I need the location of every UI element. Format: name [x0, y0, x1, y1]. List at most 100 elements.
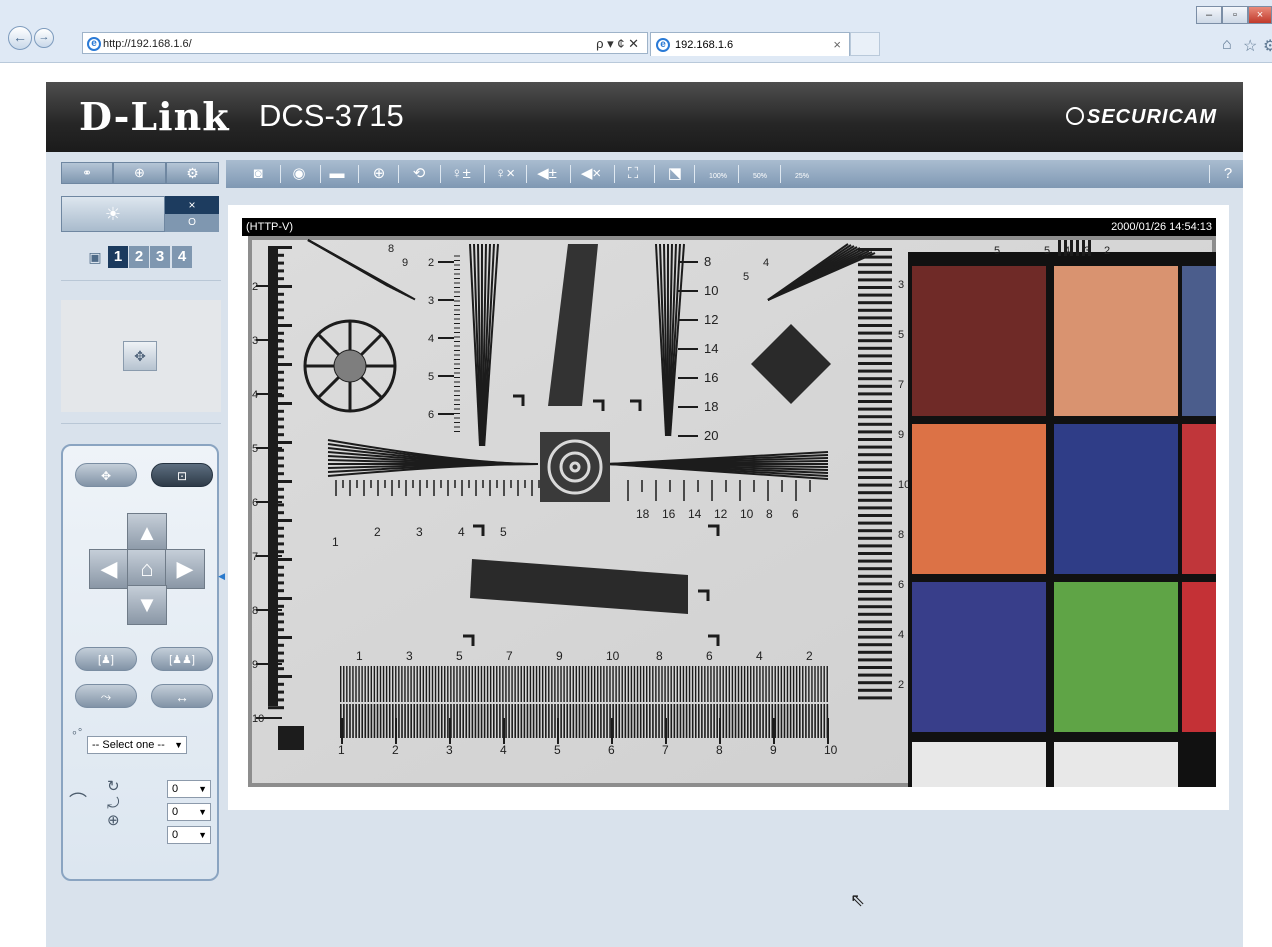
fullscreen-icon[interactable]: ⛶ [620, 162, 646, 186]
profile-4-button[interactable]: 4 [172, 246, 192, 268]
digital-zoom-icon[interactable]: ⟲ [406, 162, 432, 186]
alarm-state[interactable]: O [165, 214, 219, 232]
fit-window-icon[interactable]: ⬔ [662, 162, 688, 186]
wedge-right-label: 12 [704, 312, 718, 327]
scale-mark [256, 717, 282, 719]
right-wedge-line [858, 574, 892, 578]
res-strip-line [710, 704, 712, 738]
h-right-label: 6 [792, 507, 799, 521]
auto-pan-button[interactable]: [♟] [75, 647, 137, 671]
res-strip-line [750, 666, 752, 702]
zoom-icon[interactable]: ⊕ [366, 162, 392, 186]
favorites-icon[interactable]: ☆ [1243, 36, 1257, 56]
network-button[interactable]: ⊕ [113, 162, 166, 184]
address-bar[interactable]: e http://192.168.1.6/ ρ ▾ ¢ ✕ [82, 32, 648, 54]
divider [61, 423, 221, 424]
tilt-speed-select[interactable]: 0 ▼ [167, 803, 211, 821]
setup-button[interactable]: ⚙ [166, 162, 219, 184]
right-wedge-line [858, 506, 892, 510]
res-strip-line [557, 666, 559, 702]
zoom-25-icon[interactable]: 25% [786, 162, 818, 186]
securicam-logo: SECURICAM [1065, 106, 1217, 129]
pan-right-button[interactable]: ▶ [165, 549, 205, 589]
browser-tab[interactable]: e 192.168.1.6 × [650, 32, 850, 56]
profile-2-button[interactable]: 2 [129, 246, 149, 268]
epan-mode-button[interactable]: ⊡ [151, 463, 213, 487]
res-strip-line [731, 666, 734, 702]
res-strip-line [474, 704, 477, 738]
res-strip-line [499, 704, 501, 738]
zoom-100-icon[interactable]: 100% [702, 162, 734, 186]
res-strip-line [765, 704, 767, 738]
back-icon[interactable]: ← [8, 26, 32, 50]
mic-mute-icon[interactable]: ♀× [492, 162, 518, 186]
mic-volume-icon[interactable]: ♀± [448, 162, 474, 186]
restore-button[interactable]: ▫ [1222, 6, 1248, 24]
patrol-path-button[interactable]: ⤳ [75, 684, 137, 708]
tilt-down-button[interactable]: ▼ [127, 585, 167, 625]
profile-1-button[interactable]: 1 [108, 246, 128, 268]
forward-icon[interactable]: → [34, 28, 54, 48]
user-settings-button[interactable]: ⚭ [61, 162, 113, 184]
toolbar-separator [484, 165, 485, 183]
alarm-close-button[interactable]: × [165, 196, 219, 214]
bottom-top-label: 8 [656, 649, 663, 663]
top-right-small-label: 4 [763, 257, 769, 269]
minimize-button[interactable]: – [1196, 6, 1222, 24]
record-icon[interactable]: ◉ [286, 162, 312, 186]
ptz-mode-button[interactable]: ✥ [75, 463, 137, 487]
help-button[interactable]: ? [1215, 162, 1241, 186]
res-strip-line [670, 666, 672, 702]
right-wedge-line [858, 460, 892, 464]
res-strip-line [496, 704, 498, 738]
right-wedge-line [858, 498, 892, 502]
res-strip-line [517, 666, 519, 702]
toolbar-separator [780, 165, 781, 183]
stop-button[interactable]: ↔ [151, 684, 213, 708]
home-icon[interactable]: ⌂ [1222, 36, 1232, 54]
res-strip-line [355, 704, 357, 738]
fullview-icon[interactable]: ✥ [123, 341, 157, 371]
wedge-left-label: 3 [428, 295, 434, 307]
profile-3-button[interactable]: 3 [150, 246, 170, 268]
folder-icon[interactable]: ▬ [324, 162, 350, 186]
res-strip-line [756, 704, 758, 738]
right-wedge-line [858, 590, 892, 593]
pan-left-button[interactable]: ◀ [89, 549, 129, 589]
home-button[interactable]: ⌂ [127, 549, 167, 589]
address-tools-icons[interactable]: ρ ▾ ¢ ✕ [596, 33, 639, 55]
speaker-mute-icon[interactable]: ◀× [578, 162, 604, 186]
res-strip-line [407, 704, 409, 738]
zoom-50-icon[interactable]: 50% [744, 162, 776, 186]
zoom-speed-select[interactable]: 0 ▼ [167, 826, 211, 844]
right-wedge-line [858, 483, 892, 487]
bottom-scale-label: 10 [824, 743, 838, 757]
res-strip-line [437, 666, 440, 702]
right-wedge-line [858, 422, 892, 426]
window-close-button[interactable]: × [1248, 6, 1272, 24]
scale-tick [268, 316, 284, 320]
live-video[interactable]: 2345678910892345681012141618204512345181… [248, 236, 1216, 787]
tilt-up-button[interactable]: ▲ [127, 513, 167, 553]
snapshot-icon[interactable]: ◙ [245, 162, 271, 186]
bottom-top-label: 1 [356, 649, 363, 663]
preset-select[interactable]: -- Select one -- ▼ [87, 736, 187, 754]
res-strip-line [600, 666, 602, 702]
h-left-label: 2 [374, 525, 381, 539]
ptz-panel: ✥ ⊡ ▲ ◀ ⌂ ▶ ▼ ◀ [♟] [♟♟] ⤳ ↔ ∘° -- Selec… [61, 444, 225, 881]
new-tab-button[interactable] [850, 32, 880, 56]
tab-close-icon[interactable]: × [833, 33, 841, 57]
speaker-volume-icon[interactable]: ◀± [534, 162, 560, 186]
collapse-arrow-icon[interactable]: ◀ [218, 571, 225, 582]
auto-patrol-button[interactable]: [♟♟] [151, 647, 213, 671]
res-strip-line [774, 666, 776, 702]
settings-icon[interactable]: ⚙ [1263, 36, 1272, 56]
right-wedge-line [858, 650, 892, 654]
alarm-button[interactable]: ☀ [61, 196, 165, 232]
right-wedge-line [858, 491, 892, 495]
bottom-top-label: 3 [406, 649, 413, 663]
pan-speed-select[interactable]: 0 ▼ [167, 780, 211, 798]
res-strip-line [707, 666, 709, 702]
res-strip-line [652, 666, 654, 702]
res-strip-line [633, 666, 636, 702]
